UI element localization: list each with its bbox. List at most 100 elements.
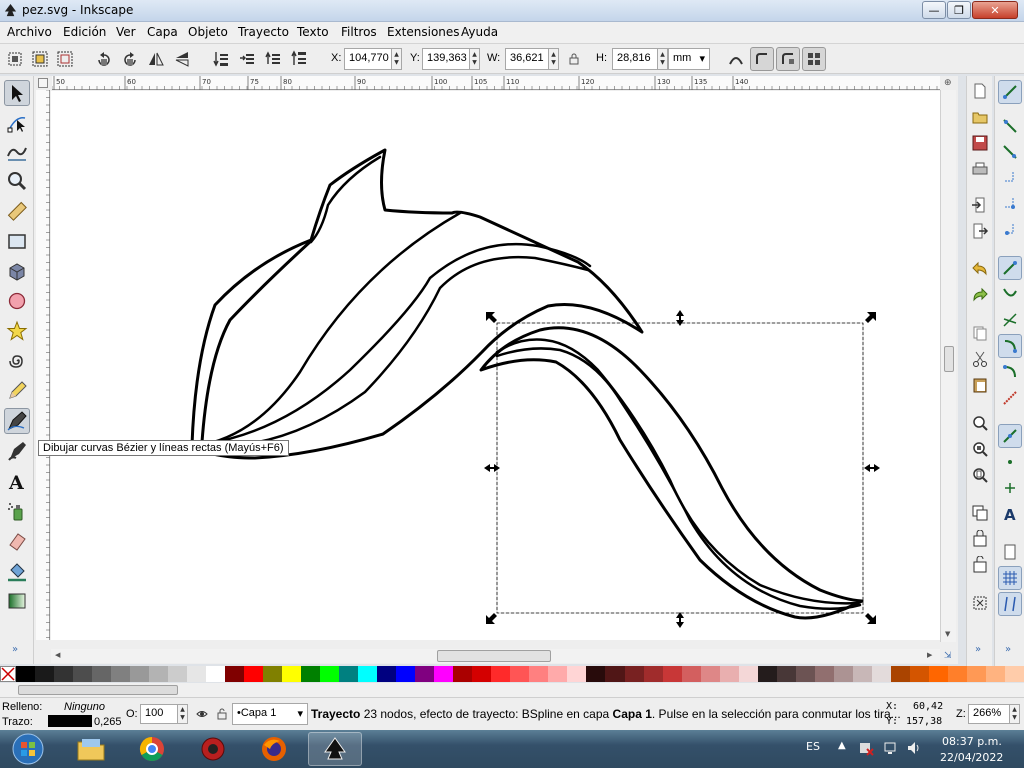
palette-swatch[interactable] — [947, 666, 967, 682]
palette-swatch[interactable] — [491, 666, 511, 682]
selected-fin-path[interactable] — [479, 326, 864, 620]
transform-gradients-icon[interactable] — [776, 47, 800, 71]
calligraphy-tool-icon[interactable] — [4, 438, 30, 464]
tweak-tool-icon[interactable] — [4, 138, 30, 164]
layer-visibility-icon[interactable] — [196, 708, 208, 720]
zoom-tool-icon[interactable] — [4, 168, 30, 194]
raise-icon[interactable] — [261, 47, 285, 71]
rectangle-tool-icon[interactable] — [4, 228, 30, 254]
clone-icon[interactable] — [969, 528, 991, 550]
snap-bbox-icon[interactable] — [998, 114, 1022, 138]
palette-swatch[interactable] — [624, 666, 644, 682]
zoom-corner-icon[interactable]: ⊕ — [944, 78, 956, 88]
chrome-taskbar-icon[interactable] — [125, 732, 179, 766]
palette-swatch[interactable] — [225, 666, 245, 682]
lock-icon[interactable] — [568, 53, 580, 65]
handle-right-icon[interactable] — [864, 464, 880, 472]
open-icon[interactable] — [969, 106, 991, 128]
eraser-tool-icon[interactable] — [4, 528, 30, 554]
palette-swatch[interactable] — [320, 666, 340, 682]
palette-swatch[interactable] — [434, 666, 454, 682]
snap-grid-icon[interactable] — [998, 566, 1022, 590]
palette-swatch[interactable] — [415, 666, 435, 682]
clock-time[interactable]: 08:37 p.m. — [942, 735, 1002, 748]
tray-expand-icon[interactable]: ▲ — [838, 740, 846, 751]
palette-swatch[interactable] — [92, 666, 112, 682]
deselect-icon[interactable] — [53, 47, 77, 71]
vertical-scroll-thumb[interactable] — [944, 346, 954, 372]
fill-value[interactable]: Ninguno — [64, 701, 105, 713]
palette-swatch[interactable] — [301, 666, 321, 682]
palette-swatch[interactable] — [662, 666, 682, 682]
palette-swatch[interactable] — [871, 666, 891, 682]
snap-page-border-icon[interactable] — [998, 540, 1022, 564]
zoom-page-icon[interactable] — [969, 464, 991, 486]
h-field[interactable]: 28,816 — [612, 48, 658, 70]
snap-cusp-nodes-icon[interactable] — [998, 334, 1022, 358]
selected-fin-inner-1[interactable] — [495, 338, 860, 605]
unit-select[interactable]: mm ▾ — [668, 48, 710, 70]
y-field[interactable]: 139,363 — [422, 48, 470, 70]
x-stepper[interactable]: ▲ ▼ — [392, 48, 402, 70]
redo-icon[interactable] — [969, 284, 991, 306]
snap-nodes-icon[interactable] — [998, 256, 1022, 280]
handle-bottom-left-icon[interactable] — [486, 613, 497, 624]
select-all-icon[interactable] — [3, 47, 27, 71]
layer-select[interactable]: •Capa 1 ▾ — [232, 703, 308, 725]
corner-arrows-icon[interactable]: ⇲ — [944, 651, 956, 661]
close-button[interactable]: ✕ — [972, 1, 1018, 19]
text-tool-icon[interactable]: A — [4, 468, 30, 494]
palette-swatch[interactable] — [130, 666, 150, 682]
palette-swatch[interactable] — [681, 666, 701, 682]
palette-swatch[interactable] — [700, 666, 720, 682]
palette-swatch[interactable] — [111, 666, 131, 682]
palette-swatch[interactable] — [985, 666, 1005, 682]
palette-swatch[interactable] — [510, 666, 530, 682]
inkscape-taskbar-icon[interactable] — [308, 732, 362, 766]
snap-expand-icon[interactable]: » — [1005, 644, 1011, 655]
vertical-ruler[interactable] — [36, 89, 50, 640]
firefox-taskbar-icon[interactable] — [247, 732, 301, 766]
scale-corners-icon[interactable] — [750, 47, 774, 71]
duplicate-icon[interactable] — [969, 502, 991, 524]
unlink-clone-icon[interactable] — [969, 554, 991, 576]
handle-left-icon[interactable] — [484, 464, 500, 472]
snap-object-center-icon[interactable] — [998, 450, 1022, 474]
node-tool-icon[interactable] — [4, 110, 30, 136]
handle-top-right-icon[interactable] — [865, 312, 876, 323]
palette-swatch[interactable] — [396, 666, 416, 682]
palette-scrollbar[interactable] — [0, 683, 1024, 697]
commands-expand-icon[interactable]: » — [975, 644, 981, 655]
export-icon[interactable] — [969, 220, 991, 242]
snap-text-baseline-icon[interactable]: A — [998, 502, 1022, 526]
fin-line-1[interactable] — [309, 155, 382, 244]
palette-swatch[interactable] — [890, 666, 910, 682]
palette-swatch[interactable] — [187, 666, 207, 682]
explorer-taskbar-icon[interactable] — [64, 732, 118, 766]
spiral-tool-icon[interactable] — [4, 348, 30, 374]
handle-top-icon[interactable] — [676, 310, 684, 326]
palette-swatch[interactable] — [206, 666, 226, 682]
scroll-down-arrow-icon[interactable]: ▼ — [945, 630, 950, 638]
menu-ver[interactable]: Ver — [116, 25, 136, 39]
palette-swatch[interactable] — [54, 666, 74, 682]
menu-objeto[interactable]: Objeto — [188, 25, 228, 39]
flip-vertical-icon[interactable] — [170, 47, 194, 71]
snap-paths-icon[interactable] — [998, 282, 1022, 306]
stroke-width[interactable]: 0,265 — [94, 716, 122, 728]
palette-swatch[interactable] — [776, 666, 796, 682]
network-icon[interactable] — [882, 740, 898, 756]
palette-swatch[interactable] — [586, 666, 606, 682]
palette-swatch[interactable] — [16, 666, 36, 682]
rotate-cw-icon[interactable] — [118, 47, 142, 71]
stroke-swatch[interactable] — [48, 715, 92, 727]
palette-swatch[interactable] — [358, 666, 378, 682]
menu-archivo[interactable]: Archivo — [7, 25, 52, 39]
app-taskbar-icon[interactable] — [186, 732, 240, 766]
copy-icon[interactable] — [969, 322, 991, 344]
scroll-right-arrow-icon[interactable]: ▶ — [927, 651, 932, 659]
select-all-layers-icon[interactable] — [28, 47, 52, 71]
pencil-tool-icon[interactable] — [4, 378, 30, 404]
y-stepper[interactable]: ▲ ▼ — [470, 48, 480, 70]
undo-icon[interactable] — [969, 258, 991, 280]
